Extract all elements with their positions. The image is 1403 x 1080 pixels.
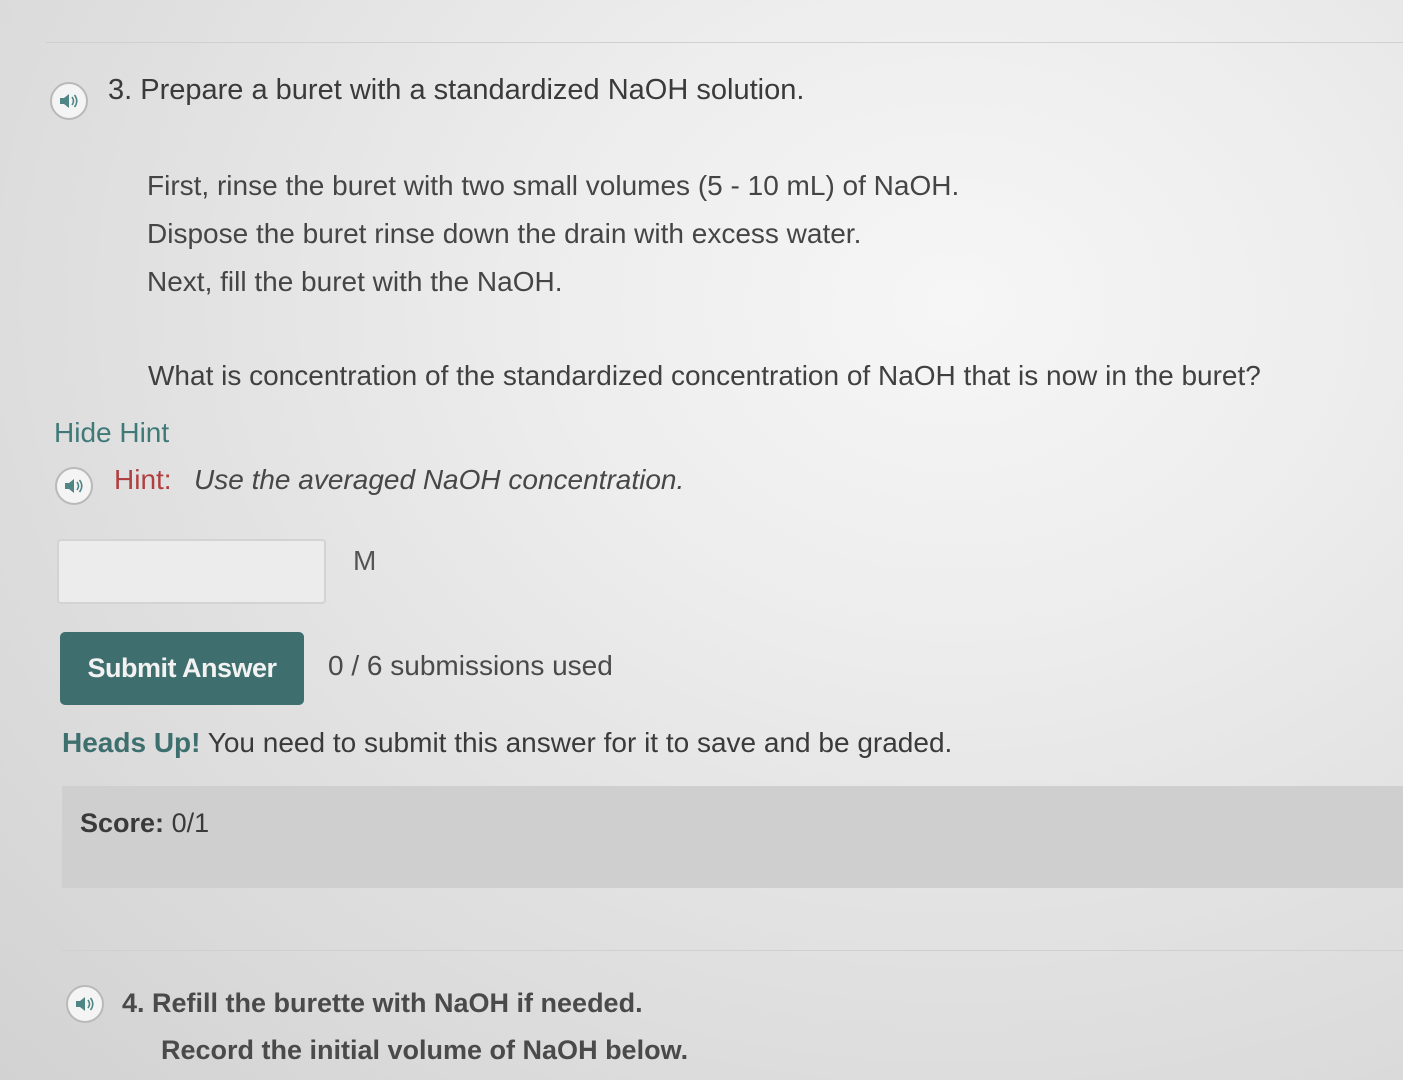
instruction-line: First, rinse the buret with two small vo… (147, 170, 960, 201)
heads-up-label: Heads Up! (62, 727, 201, 758)
hint-audio-button[interactable] (55, 467, 93, 505)
score-value: 0/1 (171, 808, 210, 838)
speaker-icon (65, 479, 83, 493)
top-divider (46, 42, 1403, 43)
submit-answer-button[interactable]: Submit Answer (60, 632, 304, 705)
question-prompt: What is concentration of the standardize… (148, 360, 1261, 391)
speaker-icon (60, 94, 78, 108)
question-4-title: 4. Refill the burette with NaOH if neede… (122, 988, 643, 1018)
instruction-line: Next, fill the buret with the NaOH. (147, 266, 563, 297)
score-panel (62, 786, 1403, 888)
hide-hint-link[interactable]: Hide Hint (54, 417, 169, 449)
instruction-line: Dispose the buret rinse down the drain w… (147, 218, 862, 249)
question-3-title: 3. Prepare a buret with a standardized N… (108, 74, 805, 106)
concentration-answer-input[interactable] (57, 539, 326, 604)
question-divider (62, 950, 1403, 951)
heads-up-notice: Heads Up! You need to submit this answer… (62, 727, 952, 759)
question-4-audio-button[interactable] (66, 985, 104, 1023)
heads-up-text: You need to submit this answer for it to… (207, 727, 953, 758)
speaker-icon (76, 997, 94, 1011)
submissions-count: 0 / 6 submissions used (328, 650, 613, 681)
question-3-audio-button[interactable] (50, 82, 88, 120)
hint-text: Use the averaged NaOH concentration. (194, 464, 685, 495)
unit-label: M (353, 545, 377, 576)
hint-label: Hint: (114, 464, 172, 495)
score-label: Score: (80, 808, 165, 838)
score-display: Score: 0/1 (80, 808, 209, 839)
question-4-subtitle: Record the initial volume of NaOH below. (161, 1035, 689, 1065)
